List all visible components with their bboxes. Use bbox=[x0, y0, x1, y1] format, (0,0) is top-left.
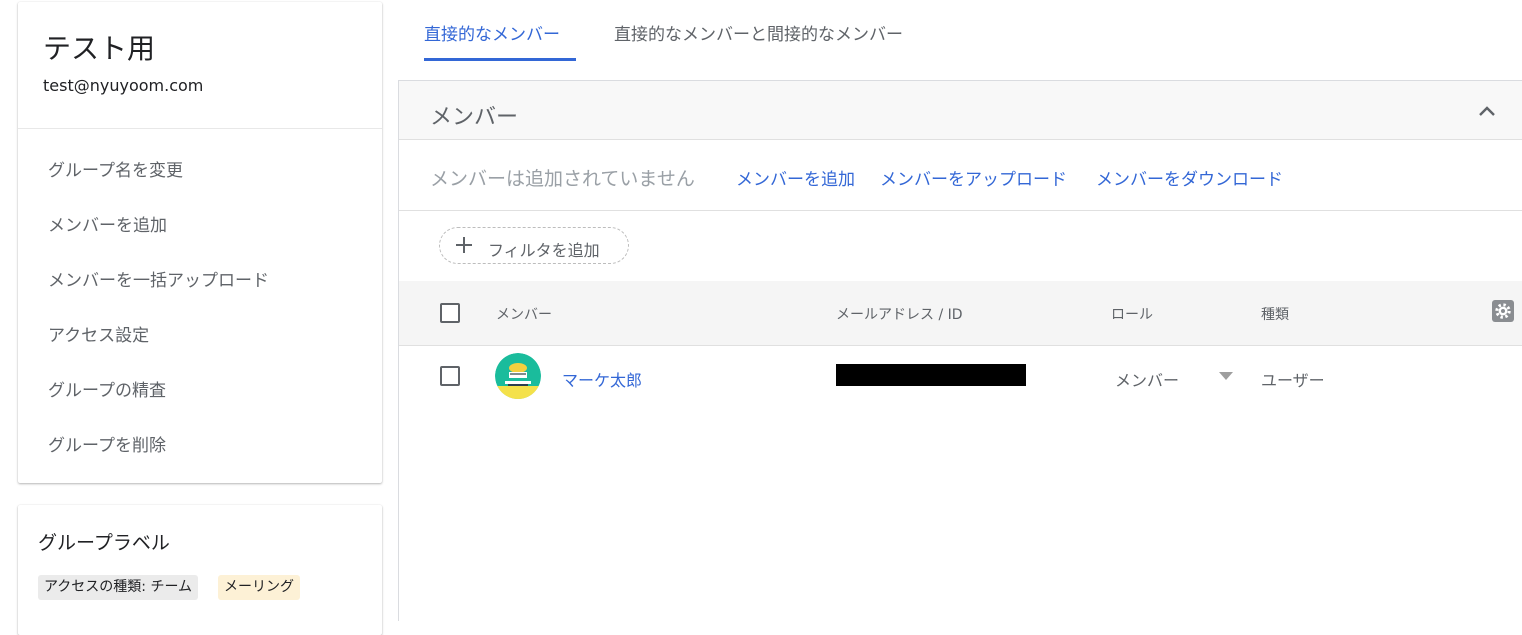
delete-group-item[interactable]: グループを削除 bbox=[48, 431, 166, 456]
members-panel: メンバー メンバーは追加されていません メンバーを追加 メンバーをアップロード … bbox=[398, 80, 1522, 621]
chevron-up-icon[interactable] bbox=[1475, 101, 1499, 121]
member-name-link[interactable]: マーケ太郎 bbox=[562, 367, 642, 391]
avatar-image bbox=[495, 353, 541, 399]
member-type: ユーザー bbox=[1261, 371, 1325, 390]
bulk-upload-members-item[interactable]: メンバーを一括アップロード bbox=[48, 266, 269, 291]
no-members-text: メンバーは追加されていません bbox=[430, 168, 695, 190]
download-members-link[interactable]: メンバーをダウンロード bbox=[1096, 165, 1283, 190]
column-header-email[interactable]: メールアドレス / ID bbox=[836, 304, 963, 324]
add-filter-button[interactable]: フィルタを追加 bbox=[439, 227, 629, 264]
add-filter-label: フィルタを追加 bbox=[488, 241, 600, 260]
members-panel-header[interactable]: メンバー bbox=[399, 81, 1522, 140]
access-settings-item[interactable]: アクセス設定 bbox=[48, 321, 149, 346]
redacted-email bbox=[836, 364, 1026, 386]
actions-divider bbox=[399, 210, 1522, 211]
row-checkbox[interactable] bbox=[440, 366, 460, 386]
dropdown-arrow-icon bbox=[1219, 372, 1233, 380]
column-header-type[interactable]: 種類 bbox=[1261, 304, 1289, 324]
add-member-link[interactable]: メンバーを追加 bbox=[736, 165, 855, 190]
column-header-member[interactable]: メンバー bbox=[496, 304, 552, 324]
group-email: test@nyuyoom.com bbox=[43, 76, 204, 95]
group-labels-card: グループラベル アクセスの種類: チーム メーリング bbox=[18, 505, 382, 635]
role-dropdown[interactable]: メンバー bbox=[1115, 361, 1235, 391]
role-value: メンバー bbox=[1115, 371, 1180, 390]
gear-icon[interactable] bbox=[1491, 299, 1515, 323]
add-member-item[interactable]: メンバーを追加 bbox=[48, 211, 167, 236]
rename-group-item[interactable]: グループ名を変更 bbox=[48, 156, 183, 181]
card-divider bbox=[18, 128, 382, 129]
mailing-chip: メーリング bbox=[218, 575, 300, 600]
access-type-chip: アクセスの種類: チーム bbox=[38, 575, 199, 600]
tab-direct-members[interactable]: 直接的なメンバー bbox=[424, 20, 560, 45]
group-labels-title: グループラベル bbox=[38, 532, 170, 554]
select-all-checkbox[interactable] bbox=[440, 303, 460, 323]
members-table-header: メンバー メールアドレス / ID ロール 種類 bbox=[399, 281, 1522, 346]
review-group-item[interactable]: グループの精査 bbox=[48, 376, 166, 401]
group-name: テスト用 bbox=[43, 32, 156, 65]
avatar bbox=[495, 353, 541, 399]
group-info-card: テスト用 test@nyuyoom.com グループ名を変更 メンバーを追加 メ… bbox=[18, 2, 382, 483]
column-header-role[interactable]: ロール bbox=[1111, 304, 1153, 324]
active-tab-indicator bbox=[424, 58, 576, 61]
plus-icon bbox=[456, 237, 472, 253]
members-panel-title: メンバー bbox=[430, 105, 519, 130]
tab-direct-and-indirect-members[interactable]: 直接的なメンバーと間接的なメンバー bbox=[614, 20, 903, 45]
upload-members-link[interactable]: メンバーをアップロード bbox=[880, 165, 1067, 190]
